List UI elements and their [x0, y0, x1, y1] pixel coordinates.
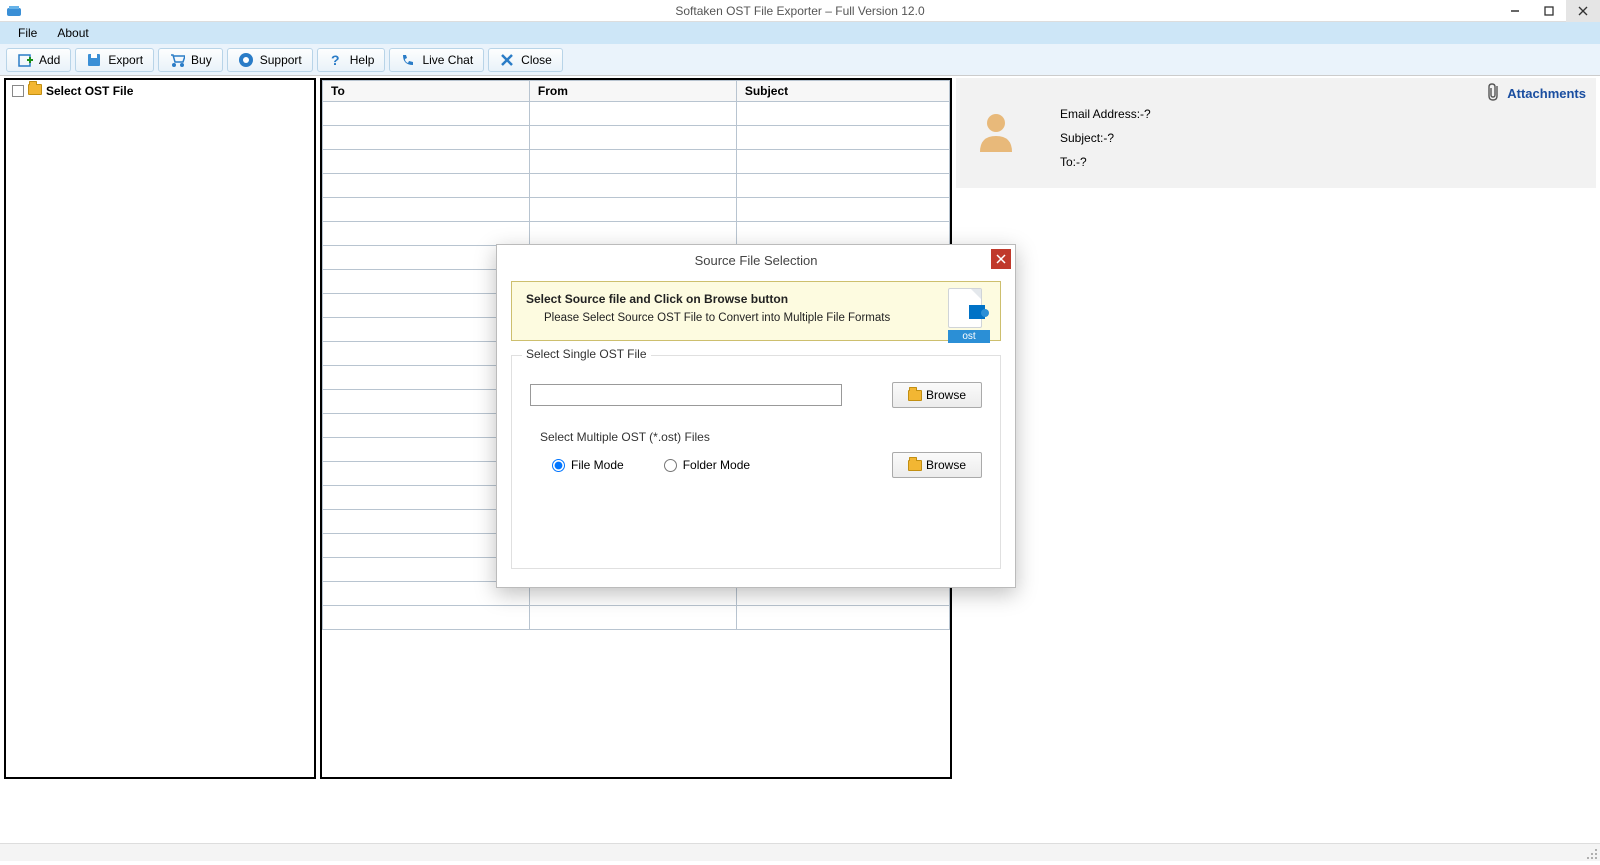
col-header-from[interactable]: From: [529, 81, 736, 102]
livechat-label: Live Chat: [422, 53, 473, 67]
tree-pane: Select OST File: [4, 78, 316, 779]
single-file-row: Browse: [530, 382, 982, 408]
tree-root-node[interactable]: Select OST File: [12, 84, 308, 98]
minimize-button[interactable]: [1498, 0, 1532, 22]
ost-badge-label: ost: [948, 330, 990, 343]
phone-icon: [400, 52, 416, 68]
banner-title: Select Source file and Click on Browse b…: [526, 292, 986, 306]
folder-icon: [28, 84, 42, 98]
window-title: Softaken OST File Exporter – Full Versio…: [675, 4, 924, 18]
maximize-button[interactable]: [1532, 0, 1566, 22]
folder-mode-radio-input[interactable]: [664, 459, 677, 472]
preview-email-address: Email Address:-?: [1060, 102, 1582, 126]
help-icon: ?: [328, 52, 344, 68]
menubar: File About: [0, 22, 1600, 44]
add-label: Add: [39, 53, 60, 67]
col-header-subject[interactable]: Subject: [736, 81, 949, 102]
folder-icon: [908, 460, 922, 471]
table-row[interactable]: [323, 198, 950, 222]
export-icon: [86, 52, 102, 68]
attachments-link[interactable]: Attachments: [1487, 82, 1586, 105]
file-mode-radio-input[interactable]: [552, 459, 565, 472]
statusbar: [0, 843, 1600, 861]
paperclip-icon: [1487, 82, 1501, 105]
table-row[interactable]: [323, 150, 950, 174]
preview-to: To:-?: [1060, 150, 1582, 174]
livechat-button[interactable]: Live Chat: [389, 48, 484, 72]
folder-mode-label: Folder Mode: [683, 458, 750, 472]
preview-header: Attachments Email Address:-? Subject:-? …: [956, 78, 1596, 188]
support-label: Support: [260, 53, 302, 67]
buy-label: Buy: [191, 53, 212, 67]
dialog-titlebar: Source File Selection: [497, 245, 1015, 275]
support-button[interactable]: Support: [227, 48, 313, 72]
table-row[interactable]: [323, 222, 950, 246]
table-row[interactable]: [323, 174, 950, 198]
single-ost-path-input[interactable]: [530, 384, 842, 406]
toolbar: Add Export Buy Support ? Help Live Chat …: [0, 44, 1600, 76]
export-label: Export: [108, 53, 143, 67]
close-window-button[interactable]: [1566, 0, 1600, 22]
dialog-body: Select Source file and Click on Browse b…: [497, 275, 1015, 587]
app-icon: [6, 3, 22, 19]
attachments-label: Attachments: [1507, 86, 1586, 101]
browse-single-button[interactable]: Browse: [892, 382, 982, 408]
info-banner: Select Source file and Click on Browse b…: [511, 281, 1001, 341]
add-button[interactable]: Add: [6, 48, 71, 72]
avatar-icon: [974, 108, 1018, 152]
single-ost-group-title: Select Single OST File: [522, 347, 651, 361]
help-label: Help: [350, 53, 375, 67]
browse-multiple-button[interactable]: Browse: [892, 452, 982, 478]
export-button[interactable]: Export: [75, 48, 154, 72]
tree-checkbox[interactable]: [12, 85, 24, 97]
ost-file-icon: ost: [948, 288, 990, 343]
dialog-close-button[interactable]: [991, 249, 1011, 269]
file-mode-label: File Mode: [571, 458, 624, 472]
svg-text:?: ?: [331, 52, 340, 68]
resize-grip[interactable]: [1586, 847, 1598, 859]
mode-radiogroup: File Mode Folder Mode: [552, 458, 750, 472]
buy-icon: [169, 52, 185, 68]
add-icon: [17, 52, 33, 68]
support-icon: [238, 52, 254, 68]
preview-subject: Subject:-?: [1060, 126, 1582, 150]
col-header-to[interactable]: To: [323, 81, 530, 102]
table-row[interactable]: [323, 102, 950, 126]
table-row[interactable]: [323, 606, 950, 630]
menu-file[interactable]: File: [8, 24, 47, 42]
close-button[interactable]: Close: [488, 48, 563, 72]
tree-root-label: Select OST File: [46, 84, 133, 98]
table-row[interactable]: [323, 126, 950, 150]
single-ost-groupbox: Select Single OST File Browse Select Mul…: [511, 355, 1001, 569]
preview-pane: Attachments Email Address:-? Subject:-? …: [956, 78, 1596, 779]
source-file-selection-dialog: Source File Selection Select Source file…: [496, 244, 1016, 588]
window-controls: [1498, 0, 1600, 22]
dialog-title: Source File Selection: [695, 253, 818, 268]
buy-button[interactable]: Buy: [158, 48, 223, 72]
titlebar: Softaken OST File Exporter – Full Versio…: [0, 0, 1600, 22]
close-label: Close: [521, 53, 552, 67]
browse-single-label: Browse: [926, 388, 966, 402]
browse-multiple-label: Browse: [926, 458, 966, 472]
banner-subtitle: Please Select Source OST File to Convert…: [544, 312, 986, 324]
folder-icon: [908, 390, 922, 401]
file-mode-radio[interactable]: File Mode: [552, 458, 624, 472]
multiple-file-row: File Mode Folder Mode Browse: [530, 452, 982, 478]
multiple-ost-title: Select Multiple OST (*.ost) Files: [540, 430, 982, 444]
menu-about[interactable]: About: [47, 24, 98, 42]
close-icon: [499, 52, 515, 68]
help-button[interactable]: ? Help: [317, 48, 386, 72]
folder-mode-radio[interactable]: Folder Mode: [664, 458, 750, 472]
